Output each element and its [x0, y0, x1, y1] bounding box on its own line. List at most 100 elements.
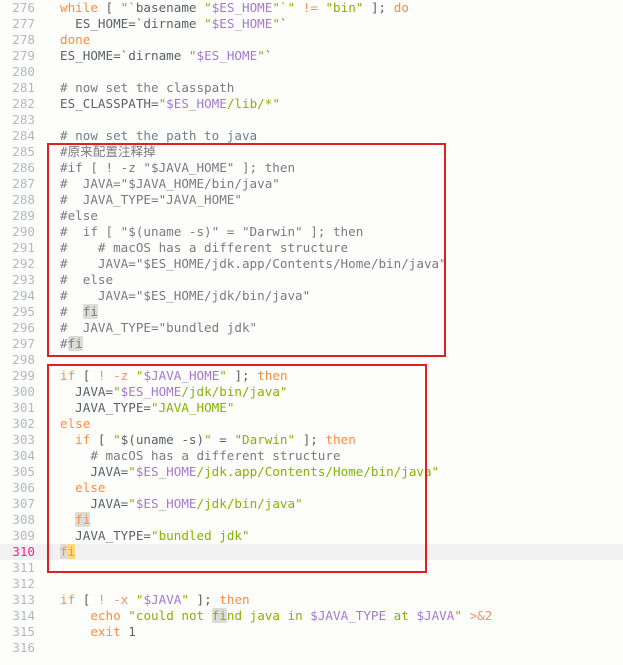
code-token: " — [257, 48, 265, 63]
line-number: 308 — [12, 512, 35, 527]
code-token: if — [60, 592, 76, 607]
code-token: [ — [97, 0, 121, 15]
line-code: ES_HOME=`dirname "$ES_HOME"` — [60, 48, 272, 64]
code-token: " — [204, 0, 212, 15]
line-code: ES_CLASSPATH="$ES_HOME/lib/*" — [60, 96, 280, 112]
line-number: 307 — [12, 496, 35, 511]
code-token: $ES_HOME — [211, 16, 273, 31]
code-line[interactable]: 313 if [ ! -x "$JAVA" ]; then — [0, 592, 623, 608]
code-token: "could not — [128, 608, 212, 623]
code-token: " — [188, 48, 197, 63]
code-editor[interactable]: 276 while [ "`basename "$ES_HOME"`" != "b… — [0, 0, 623, 665]
code-token: /lib/*" — [226, 96, 280, 111]
line-number: 288 — [12, 192, 35, 207]
line-code: exit 1 — [60, 624, 136, 640]
line-number: 280 — [12, 64, 35, 79]
line-number: 298 — [12, 352, 35, 367]
code-token: 1 — [120, 624, 136, 639]
line-number: 304 — [12, 448, 35, 463]
code-token: " — [181, 592, 189, 607]
code-line[interactable]: 314 echo "could not find java in $JAVA_T… — [0, 608, 623, 624]
line-code: echo "could not find java in $JAVA_TYPE … — [60, 608, 492, 624]
code-line[interactable]: 282 ES_CLASSPATH="$ES_HOME/lib/*" — [0, 96, 623, 112]
line-number: 301 — [12, 400, 35, 415]
code-token: >&2 — [469, 608, 493, 623]
code-token: "` — [120, 0, 136, 15]
code-token: $JAVA — [416, 608, 455, 623]
line-number: 305 — [12, 464, 35, 479]
code-token: " — [204, 16, 212, 31]
code-token: $ES_HOME — [166, 96, 227, 111]
line-number: 303 — [12, 432, 35, 447]
line-number: 278 — [12, 32, 35, 47]
code-line[interactable]: 283 — [0, 112, 623, 128]
code-line[interactable]: 277 ES_HOME=`dirname "$ES_HOME"` — [0, 16, 623, 32]
line-number: 314 — [12, 608, 35, 623]
line-number: 294 — [12, 288, 35, 303]
code-token: ES_HOME= — [60, 48, 121, 63]
line-code: # now set the path to java — [60, 128, 257, 144]
code-token: echo — [90, 608, 121, 623]
line-number: 291 — [12, 240, 35, 255]
line-number: 306 — [12, 480, 35, 495]
line-number: 296 — [12, 320, 35, 335]
code-token: then — [219, 592, 250, 607]
line-number: 290 — [12, 224, 35, 239]
line-code: ES_HOME=`dirname "$ES_HOME"` — [60, 16, 287, 32]
line-number: 276 — [12, 0, 35, 15]
line-number: 302 — [12, 416, 35, 431]
code-line[interactable]: 315 exit 1 — [0, 624, 623, 640]
line-number: 292 — [12, 256, 35, 271]
code-line[interactable]: 312 — [0, 576, 623, 592]
line-number: 293 — [12, 272, 35, 287]
code-token: do — [393, 0, 409, 15]
line-code: # now set the classpath — [60, 80, 234, 96]
line-number: 286 — [12, 160, 35, 175]
code-line[interactable]: 284 # now set the path to java — [0, 128, 623, 144]
line-number: 313 — [12, 592, 35, 607]
line-number: 309 — [12, 528, 35, 543]
code-line[interactable]: 276 while [ "`basename "$ES_HOME"`" != "b… — [0, 0, 623, 16]
line-number: 315 — [12, 624, 35, 639]
code-token: "bin" — [325, 0, 364, 15]
code-token: # now set the classpath — [60, 80, 235, 95]
line-code: while [ "`basename "$ES_HOME"`" != "bin"… — [60, 0, 409, 16]
code-token: fi — [211, 608, 227, 623]
annotation-box-active-block — [47, 364, 427, 573]
code-token: " — [454, 608, 462, 623]
code-token: ` — [264, 48, 273, 63]
line-number: 284 — [12, 128, 35, 143]
line-number: 300 — [12, 384, 35, 399]
line-number: 311 — [12, 560, 35, 575]
code-token: ES_CLASSPATH= — [60, 96, 159, 111]
line-number: 295 — [12, 304, 35, 319]
code-token: [ — [75, 592, 98, 607]
line-number: 316 — [12, 640, 35, 655]
code-token: $JAVA — [143, 592, 182, 607]
code-line[interactable]: 278 done — [0, 32, 623, 48]
annotation-box-commented-block — [47, 143, 446, 357]
line-number: 279 — [12, 48, 35, 63]
code-token: "`" — [272, 0, 296, 15]
code-token: basename — [135, 0, 205, 15]
line-number: 310 — [12, 544, 35, 559]
code-token: $JAVA_TYPE — [310, 608, 387, 623]
code-token: # now set the path to java — [60, 128, 258, 143]
line-number: 287 — [12, 176, 35, 191]
code-token: at — [386, 608, 417, 623]
line-number: 281 — [12, 80, 35, 95]
line-number: 282 — [12, 96, 35, 111]
code-line[interactable]: 279 ES_HOME=`dirname "$ES_HOME"` — [0, 48, 623, 64]
code-token: exit — [90, 624, 121, 639]
code-token: $ES_HOME — [211, 0, 273, 15]
line-number: 285 — [12, 144, 35, 159]
code-line[interactable]: 280 — [0, 64, 623, 80]
code-line[interactable]: 281 # now set the classpath — [0, 80, 623, 96]
code-line[interactable]: 316 — [0, 640, 623, 656]
code-token: nd java in — [226, 608, 311, 623]
line-number: 277 — [12, 16, 35, 31]
